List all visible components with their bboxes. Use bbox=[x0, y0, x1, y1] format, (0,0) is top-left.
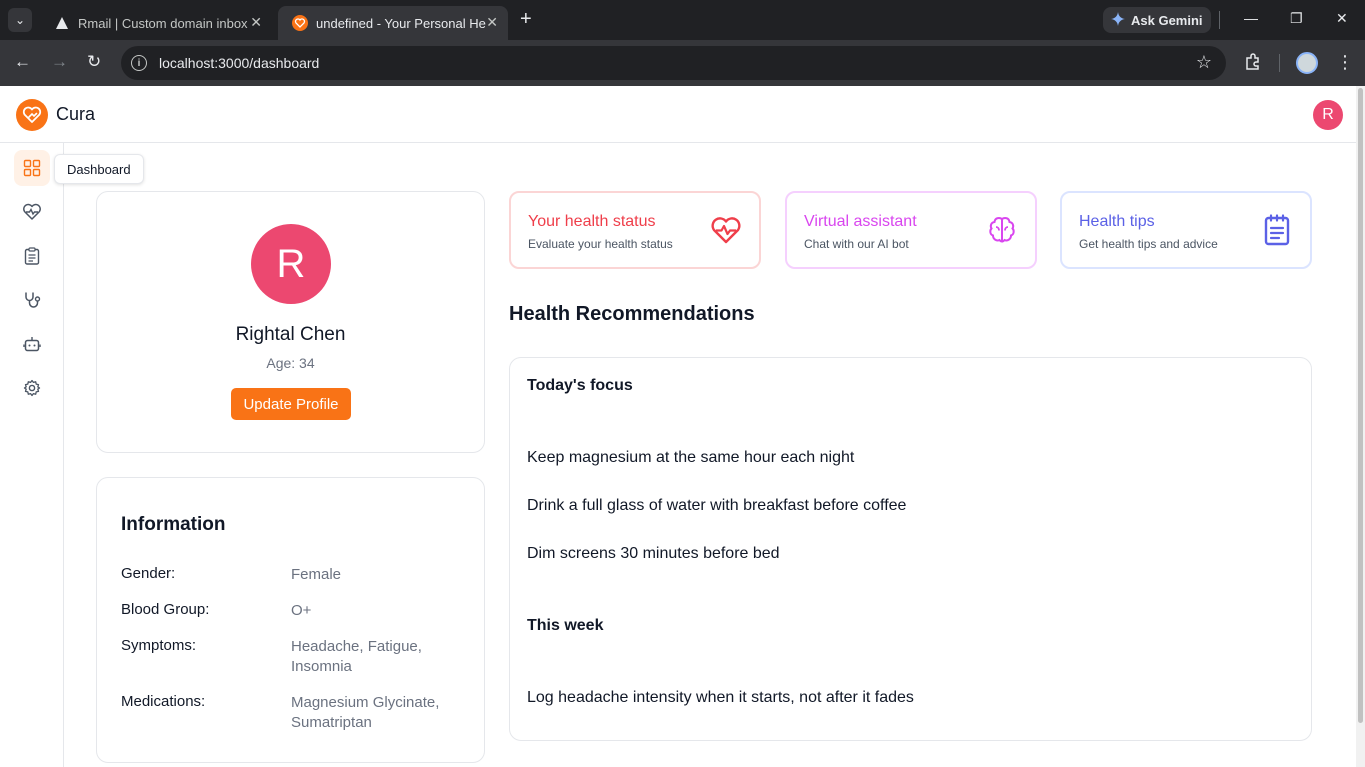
feature-title: Your health status bbox=[528, 213, 656, 230]
gemini-sparkle-icon bbox=[1111, 11, 1125, 29]
browser-profile-avatar[interactable] bbox=[1296, 52, 1318, 74]
tab-title: Rmail | Custom domain inbox for bbox=[78, 15, 248, 31]
tabbar-divider bbox=[1219, 11, 1220, 29]
sidebar-item-dashboard[interactable] bbox=[14, 150, 50, 186]
dashboard-grid-icon bbox=[23, 159, 41, 177]
recommendations-card[interactable]: Today's focus Keep magnesium at the same… bbox=[509, 357, 1312, 741]
user-avatar[interactable]: R bbox=[1313, 100, 1343, 130]
rec-item: Log headache intensity when it starts, n… bbox=[527, 689, 914, 706]
back-arrow-icon[interactable]: ← bbox=[14, 52, 31, 72]
information-card: Information Gender: Female Blood Group: … bbox=[96, 477, 485, 763]
forward-arrow-icon[interactable]: → bbox=[51, 52, 68, 72]
extensions-puzzle-icon[interactable] bbox=[1244, 53, 1262, 76]
bot-icon bbox=[23, 337, 41, 352]
close-tab-icon[interactable]: ✕ bbox=[250, 14, 262, 31]
stethoscope-icon bbox=[25, 292, 41, 308]
info-value: Headache, Fatigue, Insomnia bbox=[291, 638, 422, 675]
restore-window-icon[interactable]: ❐ bbox=[1290, 10, 1303, 27]
address-bar[interactable]: i localhost:3000/dashboard ☆ bbox=[121, 46, 1226, 80]
feature-title: Health tips bbox=[1079, 213, 1155, 230]
app-header: Cura R bbox=[0, 86, 1356, 143]
profile-avatar: R bbox=[251, 224, 331, 304]
health-status-card[interactable]: Your health status Evaluate your health … bbox=[509, 191, 761, 269]
clipboard-icon bbox=[24, 247, 40, 265]
browser-menu-icon[interactable]: ⋮ bbox=[1336, 52, 1354, 72]
feature-subtitle: Evaluate your health status bbox=[528, 237, 673, 251]
tab-search-button[interactable]: ⌄ bbox=[8, 8, 32, 32]
ask-gemini-button[interactable]: Ask Gemini bbox=[1103, 7, 1211, 33]
new-tab-icon[interactable]: + bbox=[520, 9, 532, 29]
sidebar-tooltip: Dashboard bbox=[54, 154, 144, 184]
settings-gear-icon bbox=[23, 379, 41, 397]
brain-icon bbox=[985, 213, 1019, 247]
reload-icon[interactable]: ↻ bbox=[87, 52, 101, 72]
sidebar-item-records[interactable] bbox=[14, 238, 50, 274]
information-title: Information bbox=[121, 514, 226, 535]
bookmark-star-icon[interactable]: ☆ bbox=[1196, 52, 1212, 73]
rec-section-title: This week bbox=[527, 617, 604, 634]
rec-item: Keep magnesium at the same hour each nig… bbox=[527, 449, 855, 466]
tab-title: undefined - Your Personal Health bbox=[316, 15, 486, 31]
address-url: localhost:3000/dashboard bbox=[159, 55, 320, 71]
app-root: Cura R Dashboard R Rightal Chen Age: 34 … bbox=[0, 86, 1365, 767]
page-scrollbar-thumb[interactable] bbox=[1358, 88, 1363, 723]
health-tips-card[interactable]: Health tips Get health tips and advice bbox=[1060, 191, 1312, 269]
browser-toolbar: ← → ↻ i localhost:3000/dashboard ☆ bbox=[0, 40, 1365, 86]
sidebar-item-assistant[interactable] bbox=[14, 326, 50, 362]
cura-favicon-icon bbox=[292, 15, 308, 31]
close-tab-icon[interactable]: ✕ bbox=[486, 14, 498, 31]
feature-subtitle: Chat with our AI bot bbox=[804, 237, 909, 251]
ask-gemini-label: Ask Gemini bbox=[1131, 12, 1203, 28]
info-value: Female bbox=[291, 566, 342, 583]
profile-name: Rightal Chen bbox=[235, 324, 346, 345]
heart-pulse-icon bbox=[709, 213, 743, 247]
rec-section-title: Today's focus bbox=[527, 377, 633, 394]
close-window-icon[interactable]: ✕ bbox=[1336, 10, 1348, 27]
profile-age: Age: 34 bbox=[266, 355, 315, 371]
feature-title: Virtual assistant bbox=[804, 213, 917, 230]
update-profile-button[interactable]: Update Profile bbox=[231, 388, 351, 420]
info-label: Medications: bbox=[121, 693, 206, 710]
toolbar-divider bbox=[1279, 54, 1280, 72]
profile-card: R Rightal Chen Age: 34 Update Profile bbox=[96, 191, 485, 453]
virtual-assistant-card[interactable]: Virtual assistant Chat with our AI bot bbox=[785, 191, 1037, 269]
site-info-icon[interactable]: i bbox=[131, 55, 147, 71]
cura-logo-icon[interactable] bbox=[16, 99, 48, 131]
browser-tab-bar: ⌄ Rmail | Custom domain inbox for ✕ unde… bbox=[0, 0, 1365, 40]
sidebar-item-settings[interactable] bbox=[14, 370, 50, 406]
sidebar bbox=[0, 143, 64, 767]
info-label: Gender: bbox=[121, 565, 176, 582]
sidebar-item-doctors[interactable] bbox=[14, 282, 50, 318]
browser-tab[interactable]: Rmail | Custom domain inbox for ✕ bbox=[40, 6, 272, 40]
browser-tab-active[interactable]: undefined - Your Personal Health ✕ bbox=[278, 6, 508, 40]
brand-name[interactable]: Cura bbox=[56, 104, 95, 125]
info-label: Symptoms: bbox=[121, 637, 197, 654]
rec-item: Drink a full glass of water with breakfa… bbox=[527, 497, 907, 514]
rec-item: Dim screens 30 minutes before bed bbox=[527, 545, 780, 562]
recommendations-heading: Health Recommendations bbox=[509, 303, 755, 325]
info-value: Magnesium Glycinate, Sumatriptan bbox=[291, 694, 440, 731]
rmail-favicon-icon bbox=[54, 15, 70, 31]
feature-subtitle: Get health tips and advice bbox=[1079, 237, 1218, 251]
sidebar-item-health-status[interactable] bbox=[14, 194, 50, 230]
info-label: Blood Group: bbox=[121, 601, 210, 618]
notepad-icon bbox=[1260, 213, 1294, 247]
heart-pulse-icon bbox=[23, 203, 41, 220]
minimize-icon[interactable]: — bbox=[1244, 10, 1258, 26]
info-value: O+ bbox=[291, 602, 312, 619]
